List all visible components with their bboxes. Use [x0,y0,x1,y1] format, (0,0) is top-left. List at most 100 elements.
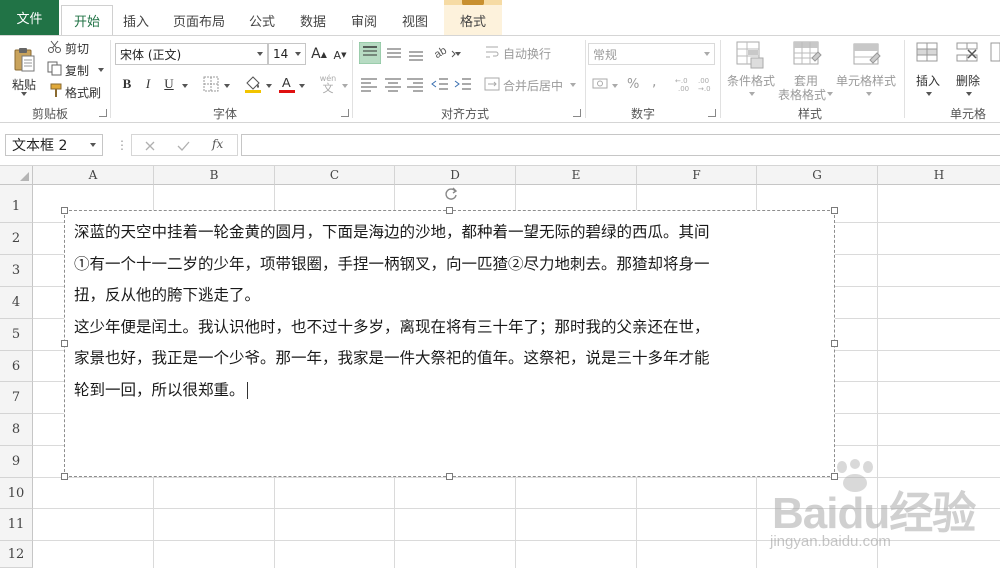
name-box[interactable]: 文本框 2 [5,134,103,156]
format-as-table-line2[interactable]: 表格格式 [778,86,826,103]
row-header-6[interactable]: 6 [0,351,33,382]
row-header-11[interactable]: 11 [0,509,33,541]
text-box-content[interactable]: 深蓝的天空中挂着一轮金黄的圆月，下面是海边的沙地，都种着一望无际的碧绿的西瓜。其… [74,217,826,407]
increase-decimal-icon[interactable]: ←.0.00 [674,76,694,92]
row-header-2[interactable]: 2 [0,223,33,255]
grow-font-button[interactable]: A ▲ [310,44,328,64]
number-dialog-launcher[interactable] [708,109,716,117]
paste-button[interactable]: 粘贴 [6,40,42,98]
row-header-3[interactable]: 3 [0,255,33,287]
clipboard-dialog-launcher[interactable] [99,109,107,117]
phonetic-button[interactable]: wén 文 [316,73,340,95]
percent-button[interactable]: % [627,77,639,92]
row-header-9[interactable]: 9 [0,446,33,478]
italic-button[interactable]: I [140,74,156,94]
tab-page-layout[interactable]: 页面布局 [159,5,239,35]
resize-handle-top-right[interactable] [831,207,838,214]
align-right-icon[interactable] [405,74,425,94]
underline-button[interactable]: U [161,74,177,94]
resize-handle-bottom[interactable] [446,473,453,480]
font-dialog-launcher[interactable] [341,109,349,117]
row-header-7[interactable]: 7 [0,382,33,414]
comma-button[interactable]: , [652,74,656,90]
column-header-g[interactable]: G [757,166,878,185]
tab-insert[interactable]: 插入 [113,5,159,35]
resize-handle-right[interactable] [831,340,838,347]
align-middle-icon[interactable] [384,42,404,64]
currency-dropdown[interactable] [612,84,618,88]
cancel-icon[interactable] [144,140,156,152]
enter-check-icon[interactable] [177,140,190,152]
paste-dropdown[interactable] [21,92,27,96]
resize-handle-top-left[interactable] [61,207,68,214]
row-header-5[interactable]: 5 [0,319,33,351]
borders-dropdown[interactable] [224,84,230,88]
rotate-handle-icon[interactable] [443,186,459,202]
bold-button[interactable]: B [119,74,135,94]
tab-format[interactable]: 格式 [444,5,502,35]
increase-indent-icon[interactable] [453,74,473,94]
align-left-icon[interactable] [359,74,379,94]
format-cells-icon[interactable] [990,40,1000,70]
select-all-button[interactable] [0,166,33,185]
tab-review[interactable]: 审阅 [341,5,387,35]
column-header-a[interactable]: A [33,166,154,185]
font-color-icon[interactable]: A [278,74,296,94]
column-header-b[interactable]: B [154,166,275,185]
align-center-icon[interactable] [383,74,403,94]
cut-button[interactable]: 剪切 [65,40,89,57]
merge-center-button[interactable]: 合并后居中 [503,77,563,94]
tab-formulas[interactable]: 公式 [239,5,285,35]
insert-cells-button[interactable]: 插入 [916,72,940,89]
font-size-select[interactable]: 14 [268,43,306,65]
underline-dropdown[interactable] [182,84,188,88]
insert-cells-dropdown[interactable] [926,92,932,96]
resize-handle-bottom-left[interactable] [61,473,68,480]
column-header-e[interactable]: E [516,166,637,185]
align-bottom-icon[interactable] [406,42,426,64]
conditional-formatting-dropdown[interactable] [749,92,755,96]
number-format-select[interactable]: 常规 [588,43,715,65]
tab-file[interactable]: 文件 [0,0,59,35]
delete-cells-button[interactable]: 删除 [956,72,980,89]
decrease-indent-icon[interactable] [430,74,450,94]
borders-icon[interactable] [203,76,219,92]
format-painter-button[interactable]: 格式刷 [65,84,101,101]
tab-view[interactable]: 视图 [387,5,443,35]
shrink-font-button[interactable]: A ▼ [332,46,348,64]
orientation-dropdown[interactable] [455,52,461,56]
copy-dropdown[interactable] [98,68,104,72]
conditional-formatting-button[interactable]: 条件格式 [727,72,775,89]
cell-styles-button[interactable]: 单元格样式 [836,72,896,89]
wrap-text-button[interactable]: 自动换行 [503,45,551,62]
format-as-table-dropdown[interactable] [827,92,833,96]
row-header-8[interactable]: 8 [0,414,33,446]
column-header-f[interactable]: F [637,166,757,185]
currency-icon[interactable] [592,76,610,92]
row-header-10[interactable]: 10 [0,478,33,509]
column-header-d[interactable]: D [395,166,516,185]
resize-handle-top[interactable] [446,207,453,214]
insert-function-button[interactable]: fx [212,137,223,151]
font-name-select[interactable]: 宋体 (正文) [115,43,268,65]
copy-button[interactable]: 复制 [65,62,89,79]
merge-center-dropdown[interactable] [570,83,576,87]
cell-styles-dropdown[interactable] [866,92,872,96]
decrease-decimal-icon[interactable]: .00→.0 [697,76,717,92]
column-header-h[interactable]: H [878,166,1000,185]
formula-input[interactable] [241,134,1000,156]
phonetic-dropdown[interactable] [342,84,348,88]
row-header-12[interactable]: 12 [0,541,33,568]
row-header-4[interactable]: 4 [0,287,33,319]
font-color-dropdown[interactable] [299,84,305,88]
tab-data[interactable]: 数据 [285,5,341,35]
tab-home[interactable]: 开始 [61,5,113,35]
text-box[interactable]: 深蓝的天空中挂着一轮金黄的圆月，下面是海边的沙地，都种着一望无际的碧绿的西瓜。其… [61,207,838,480]
resize-handle-left[interactable] [61,340,68,347]
align-top-icon[interactable] [359,42,381,64]
alignment-dialog-launcher[interactable] [573,109,581,117]
row-header-1[interactable]: 1 [0,185,33,223]
fill-color-dropdown[interactable] [266,84,272,88]
delete-cells-dropdown[interactable] [966,92,972,96]
column-header-c[interactable]: C [275,166,395,185]
